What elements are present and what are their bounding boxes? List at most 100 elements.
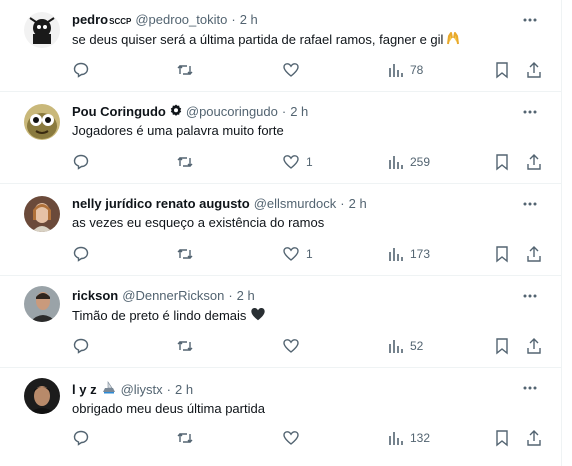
like-button[interactable]: 1 bbox=[282, 244, 313, 264]
author-handle[interactable]: @liystx bbox=[121, 382, 163, 398]
retweet-icon bbox=[177, 433, 193, 443]
separator-dot: · bbox=[281, 104, 287, 119]
like-button[interactable] bbox=[282, 60, 306, 80]
reply-button[interactable] bbox=[72, 244, 96, 264]
view-count: 259 bbox=[410, 155, 431, 169]
tweet[interactable]: Pou Coringudo @poucoringudo · 2 h Jogado… bbox=[0, 92, 562, 184]
bookmark-icon bbox=[496, 62, 508, 79]
separator-dot: · bbox=[228, 288, 233, 303]
raised-hands-icon bbox=[447, 32, 460, 45]
more-options-icon[interactable] bbox=[520, 102, 540, 122]
share-icon bbox=[527, 62, 541, 78]
view-count: 52 bbox=[410, 339, 424, 353]
avatar[interactable] bbox=[24, 286, 60, 322]
retweet-icon bbox=[177, 65, 193, 75]
views-icon bbox=[389, 156, 403, 169]
bookmark-button[interactable] bbox=[494, 428, 510, 448]
tweet-text: Jogadores é uma palavra muito forte bbox=[72, 123, 284, 138]
author-name[interactable]: Pou Coringudo bbox=[72, 104, 166, 120]
share-button[interactable] bbox=[526, 336, 542, 356]
reply-button[interactable] bbox=[72, 428, 96, 448]
share-icon bbox=[527, 154, 541, 170]
reply-button[interactable] bbox=[72, 336, 96, 356]
heart-icon bbox=[283, 247, 299, 261]
separator-dot: · bbox=[231, 12, 236, 27]
bookmark-button[interactable] bbox=[494, 152, 510, 172]
tweet[interactable]: l y z @liystx · 2 h obrigado meu deus úl… bbox=[0, 368, 562, 466]
share-button[interactable] bbox=[526, 60, 542, 80]
author-handle[interactable]: @ellsmurdock bbox=[254, 196, 337, 212]
view-count: 173 bbox=[410, 247, 431, 261]
timestamp[interactable]: 2 h bbox=[240, 12, 258, 28]
bookmark-button[interactable] bbox=[494, 60, 510, 80]
author-handle[interactable]: @DennerRickson bbox=[122, 288, 224, 304]
avatar[interactable] bbox=[24, 378, 60, 414]
heart-icon bbox=[283, 155, 299, 169]
more-options-icon[interactable] bbox=[520, 378, 540, 398]
separator-dot: · bbox=[166, 382, 172, 397]
timestamp[interactable]: 2 h bbox=[290, 104, 308, 120]
views-button[interactable]: 78 bbox=[388, 60, 423, 80]
tweet-text-row: Timão de preto é lindo demais bbox=[72, 306, 266, 324]
author-handle[interactable]: @poucoringudo bbox=[186, 104, 278, 120]
view-count: 132 bbox=[410, 431, 431, 445]
tweet-text: as vezes eu esqueço a existência do ramo… bbox=[72, 215, 325, 230]
like-button[interactable] bbox=[282, 336, 306, 356]
more-options-icon[interactable] bbox=[520, 286, 540, 306]
more-options-icon[interactable] bbox=[520, 10, 540, 30]
avatar[interactable] bbox=[24, 12, 60, 48]
retweet-button[interactable] bbox=[176, 152, 200, 172]
reply-icon bbox=[73, 338, 89, 354]
author-name[interactable]: l y z bbox=[72, 382, 97, 398]
bookmark-button[interactable] bbox=[494, 336, 510, 356]
reply-button[interactable] bbox=[72, 60, 96, 80]
author-handle[interactable]: @pedroo_tokito bbox=[135, 12, 227, 28]
avatar[interactable] bbox=[24, 104, 60, 140]
name-badge: SCCP bbox=[109, 17, 132, 26]
avatar[interactable] bbox=[24, 196, 60, 232]
retweet-button[interactable] bbox=[176, 60, 200, 80]
views-button[interactable]: 52 bbox=[388, 336, 423, 356]
author-name[interactable]: pedro bbox=[72, 12, 108, 28]
tweet-text: se deus quiser será a última partida de … bbox=[72, 32, 444, 47]
timestamp[interactable]: 2 h bbox=[175, 382, 193, 398]
like-button[interactable]: 1 bbox=[282, 152, 313, 172]
views-button[interactable]: 132 bbox=[388, 428, 430, 448]
like-button[interactable] bbox=[282, 428, 306, 448]
bookmark-icon bbox=[496, 154, 508, 171]
share-button[interactable] bbox=[526, 152, 542, 172]
tweet[interactable]: nelly jurídico renato augusto @ellsmurdo… bbox=[0, 184, 562, 276]
tweet[interactable]: pedro SCCP @pedroo_tokito · 2 h se deus … bbox=[0, 0, 562, 92]
tweet-actions: 1 173 bbox=[0, 244, 562, 264]
timestamp[interactable]: 2 h bbox=[349, 196, 367, 212]
share-button[interactable] bbox=[526, 244, 542, 264]
bookmark-icon bbox=[496, 430, 508, 447]
author-name[interactable]: rickson bbox=[72, 288, 118, 304]
retweet-button[interactable] bbox=[176, 244, 200, 264]
view-count: 78 bbox=[410, 63, 424, 77]
retweet-button[interactable] bbox=[176, 428, 200, 448]
reply-button[interactable] bbox=[72, 152, 96, 172]
retweet-button[interactable] bbox=[176, 336, 200, 356]
timestamp[interactable]: 2 h bbox=[237, 288, 255, 304]
separator-dot: · bbox=[340, 196, 345, 211]
tweet-actions: 52 bbox=[0, 336, 562, 356]
share-button[interactable] bbox=[526, 428, 542, 448]
author-name[interactable]: nelly jurídico renato augusto bbox=[72, 196, 250, 212]
more-options-icon[interactable] bbox=[520, 194, 540, 214]
bookmark-icon bbox=[496, 246, 508, 263]
tweet-actions: 132 bbox=[0, 428, 562, 448]
like-count: 1 bbox=[306, 155, 313, 169]
views-button[interactable]: 259 bbox=[388, 152, 430, 172]
views-icon bbox=[389, 248, 403, 261]
tweet-actions: 78 bbox=[0, 60, 562, 80]
tweet[interactable]: rickson @DennerRickson · 2 h Timão de pr… bbox=[0, 276, 562, 368]
crown-ship-icon bbox=[101, 380, 117, 398]
views-button[interactable]: 173 bbox=[388, 244, 430, 264]
reply-icon bbox=[73, 430, 89, 446]
reply-icon bbox=[73, 62, 89, 78]
views-icon bbox=[389, 340, 403, 353]
bookmark-button[interactable] bbox=[494, 244, 510, 264]
reply-icon bbox=[73, 154, 89, 170]
share-icon bbox=[527, 430, 541, 446]
